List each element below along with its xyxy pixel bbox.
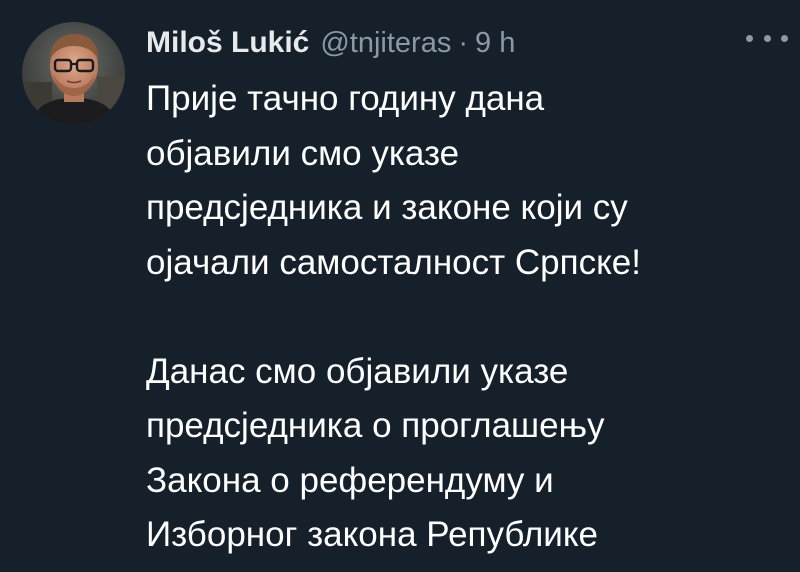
tweet-card: Miloš Lukić @tnjiteras · 9 h Прије тачно… (0, 0, 800, 572)
tweet-header: Miloš Lukić @tnjiteras · 9 h (146, 20, 515, 66)
more-horizontal-icon (763, 34, 771, 42)
tweet-text-line: ојачали самосталност Српске! (146, 242, 641, 282)
author-handle[interactable]: @tnjiteras (320, 20, 451, 66)
tweet-text-line: предсједника о проглашењу (146, 406, 605, 445)
tweet-text-line: Прије тачно годину дана (146, 79, 545, 118)
header-separator: · (458, 27, 469, 59)
tweet-text-line: Закона о референдуму и (146, 460, 554, 500)
tweet-text: Прије тачно годину дана објавили смо ука… (146, 72, 786, 563)
author-display-name[interactable]: Miloš Lukić (146, 20, 309, 66)
tweet-text-line: Данас смо објавили указе (146, 351, 569, 391)
avatar[interactable] (22, 22, 125, 125)
more-horizontal-icon (781, 34, 788, 42)
more-options-button[interactable] (746, 26, 788, 50)
tweet-text-line: предсједника и законе који су (146, 188, 628, 227)
more-horizontal-icon (746, 34, 753, 42)
avatar-photo (22, 22, 125, 125)
tweet-text-line: Изборног закона Републике (146, 515, 599, 554)
tweet-text-line: објавили смо указе (146, 133, 460, 173)
tweet-timestamp[interactable]: 9 h (475, 20, 515, 66)
